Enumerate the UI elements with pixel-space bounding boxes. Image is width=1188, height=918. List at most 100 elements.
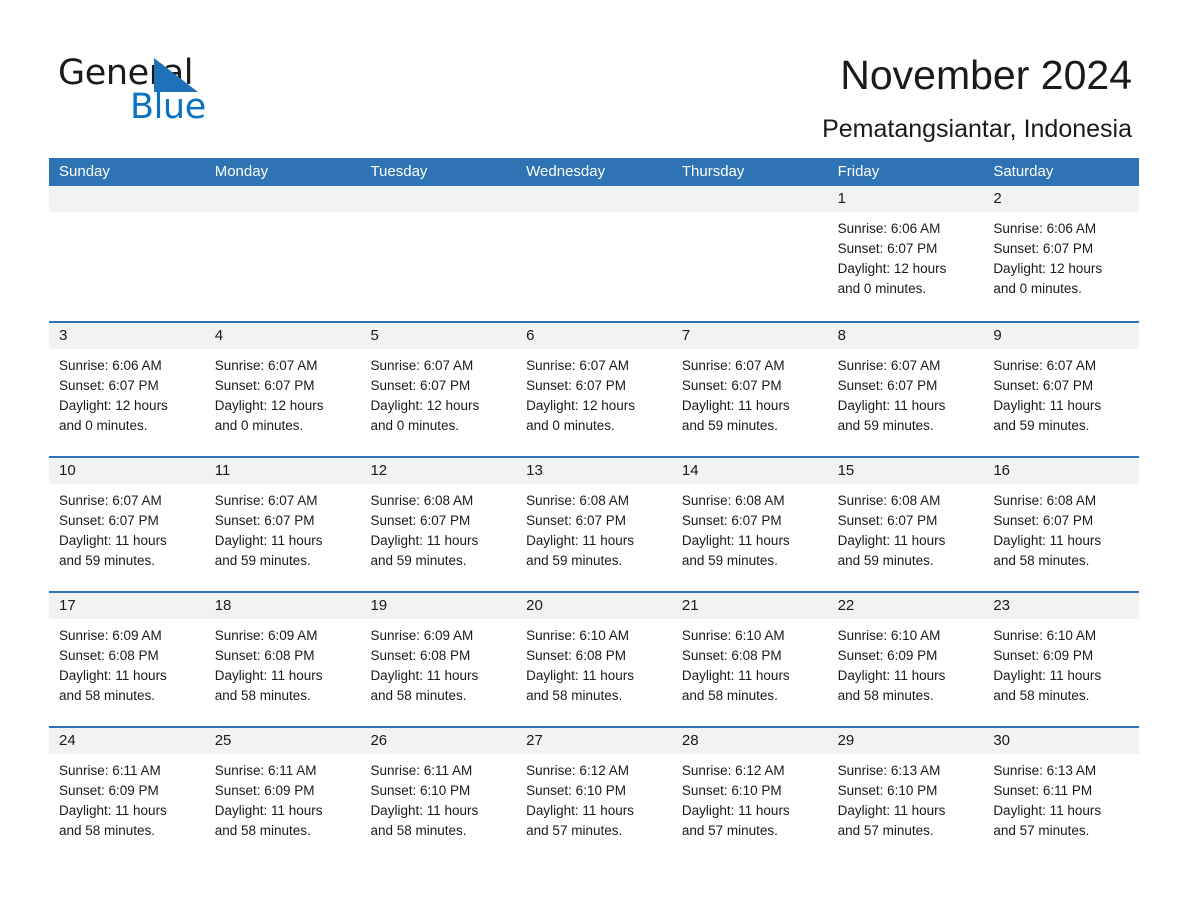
day-cell-16[interactable]: 16 Sunrise: 6:08 AM Sunset: 6:07 PM Dayl… bbox=[983, 458, 1140, 591]
sunrise-text: Sunrise: 6:10 AM bbox=[993, 628, 1097, 643]
sunset-text: Sunset: 6:08 PM bbox=[214, 648, 315, 663]
day-cell-3[interactable]: 3 Sunrise: 6:06 AM Sunset: 6:07 PM Dayli… bbox=[49, 323, 205, 456]
day-cell-11[interactable]: 11 Sunrise: 6:07 AM Sunset: 6:07 PM Dayl… bbox=[204, 458, 361, 591]
day-cell-empty bbox=[671, 186, 828, 321]
sunrise-text: Sunrise: 6:09 AM bbox=[214, 628, 318, 643]
day-number: 13 bbox=[516, 458, 672, 484]
day-number: 17 bbox=[49, 593, 205, 619]
daylight-text-line1: Daylight: 11 hours bbox=[837, 803, 946, 818]
sunrise-text: Sunrise: 6:06 AM bbox=[993, 221, 1097, 236]
day-details: Sunrise: 6:11 AM Sunset: 6:09 PM Dayligh… bbox=[205, 754, 361, 841]
day-cell-22[interactable]: 22 Sunrise: 6:10 AM Sunset: 6:09 PM Dayl… bbox=[827, 593, 984, 726]
day-cell-12[interactable]: 12 Sunrise: 6:08 AM Sunset: 6:07 PM Dayl… bbox=[360, 458, 517, 591]
day-details: Sunrise: 6:07 AM Sunset: 6:07 PM Dayligh… bbox=[205, 484, 361, 571]
sunrise-text: Sunrise: 6:13 AM bbox=[837, 763, 941, 778]
day-number: 16 bbox=[983, 458, 1140, 484]
daylight-text-line1: Daylight: 12 hours bbox=[214, 398, 324, 413]
day-details: Sunrise: 6:07 AM Sunset: 6:07 PM Dayligh… bbox=[49, 484, 205, 571]
day-cell-15[interactable]: 15 Sunrise: 6:08 AM Sunset: 6:07 PM Dayl… bbox=[827, 458, 984, 591]
sunrise-text: Sunrise: 6:09 AM bbox=[59, 628, 162, 643]
sunset-text: Sunset: 6:08 PM bbox=[681, 648, 782, 663]
day-cell-2[interactable]: 2 Sunrise: 6:06 AM Sunset: 6:07 PM Dayli… bbox=[983, 186, 1140, 321]
sunrise-text: Sunrise: 6:08 AM bbox=[837, 493, 941, 508]
day-cell-28[interactable]: 28 Sunrise: 6:12 AM Sunset: 6:10 PM Dayl… bbox=[671, 728, 828, 861]
day-number: 26 bbox=[360, 728, 517, 754]
daylight-text-line1: Daylight: 11 hours bbox=[526, 533, 634, 548]
day-cell-19[interactable]: 19 Sunrise: 6:09 AM Sunset: 6:08 PM Dayl… bbox=[360, 593, 517, 726]
day-number bbox=[671, 186, 828, 212]
sunrise-text: Sunrise: 6:06 AM bbox=[59, 358, 162, 373]
day-cell-21[interactable]: 21 Sunrise: 6:10 AM Sunset: 6:08 PM Dayl… bbox=[671, 593, 828, 726]
sunrise-text: Sunrise: 6:08 AM bbox=[526, 493, 629, 508]
day-details: Sunrise: 6:09 AM Sunset: 6:08 PM Dayligh… bbox=[49, 619, 205, 706]
daylight-text-line2: and 58 minutes. bbox=[370, 688, 467, 703]
day-details: Sunrise: 6:09 AM Sunset: 6:08 PM Dayligh… bbox=[360, 619, 516, 706]
sunset-text: Sunset: 6:07 PM bbox=[59, 378, 159, 393]
daylight-text-line2: and 58 minutes. bbox=[370, 823, 467, 838]
day-number: 15 bbox=[827, 458, 984, 484]
daylight-text-line2: and 58 minutes. bbox=[59, 823, 156, 838]
sunrise-text: Sunrise: 6:07 AM bbox=[681, 358, 785, 373]
sunrise-text: Sunrise: 6:08 AM bbox=[370, 493, 474, 508]
day-number: 30 bbox=[983, 728, 1140, 754]
day-number: 22 bbox=[827, 593, 984, 619]
daylight-text-line1: Daylight: 11 hours bbox=[837, 668, 946, 683]
sunset-text: Sunset: 6:07 PM bbox=[214, 378, 315, 393]
daylight-text-line2: and 0 minutes. bbox=[837, 281, 927, 296]
day-number: 8 bbox=[827, 323, 984, 349]
sunset-text: Sunset: 6:07 PM bbox=[370, 378, 471, 393]
sunrise-text: Sunrise: 6:11 AM bbox=[370, 763, 473, 778]
day-cell-6[interactable]: 6 Sunrise: 6:07 AM Sunset: 6:07 PM Dayli… bbox=[516, 323, 672, 456]
day-details: Sunrise: 6:07 AM Sunset: 6:07 PM Dayligh… bbox=[672, 349, 828, 436]
generalblue-logo[interactable]: General Blue bbox=[58, 52, 318, 132]
daylight-text-line1: Daylight: 11 hours bbox=[214, 533, 323, 548]
day-cell-9[interactable]: 9 Sunrise: 6:07 AM Sunset: 6:07 PM Dayli… bbox=[983, 323, 1140, 456]
daylight-text-line2: and 57 minutes. bbox=[526, 823, 623, 838]
day-cell-17[interactable]: 17 Sunrise: 6:09 AM Sunset: 6:08 PM Dayl… bbox=[49, 593, 205, 726]
day-cell-23[interactable]: 23 Sunrise: 6:10 AM Sunset: 6:09 PM Dayl… bbox=[983, 593, 1140, 726]
day-cell-13[interactable]: 13 Sunrise: 6:08 AM Sunset: 6:07 PM Dayl… bbox=[516, 458, 672, 591]
sunset-text: Sunset: 6:07 PM bbox=[993, 513, 1094, 528]
daylight-text-line2: and 57 minutes. bbox=[993, 823, 1090, 838]
sunrise-text: Sunrise: 6:07 AM bbox=[837, 358, 941, 373]
sunrise-text: Sunrise: 6:11 AM bbox=[59, 763, 161, 778]
day-cell-24[interactable]: 24 Sunrise: 6:11 AM Sunset: 6:09 PM Dayl… bbox=[49, 728, 205, 861]
sunrise-text: Sunrise: 6:13 AM bbox=[993, 763, 1097, 778]
day-cell-30[interactable]: 30 Sunrise: 6:13 AM Sunset: 6:11 PM Dayl… bbox=[983, 728, 1140, 861]
day-cell-1[interactable]: 1 Sunrise: 6:06 AM Sunset: 6:07 PM Dayli… bbox=[827, 186, 984, 321]
day-cell-5[interactable]: 5 Sunrise: 6:07 AM Sunset: 6:07 PM Dayli… bbox=[360, 323, 517, 456]
daylight-text-line2: and 58 minutes. bbox=[993, 553, 1090, 568]
day-cell-18[interactable]: 18 Sunrise: 6:09 AM Sunset: 6:08 PM Dayl… bbox=[204, 593, 361, 726]
day-cell-25[interactable]: 25 Sunrise: 6:11 AM Sunset: 6:09 PM Dayl… bbox=[204, 728, 361, 861]
sunset-text: Sunset: 6:10 PM bbox=[526, 783, 626, 798]
day-cell-20[interactable]: 20 Sunrise: 6:10 AM Sunset: 6:08 PM Dayl… bbox=[516, 593, 672, 726]
day-cell-4[interactable]: 4 Sunrise: 6:07 AM Sunset: 6:07 PM Dayli… bbox=[204, 323, 361, 456]
day-cell-7[interactable]: 7 Sunrise: 6:07 AM Sunset: 6:07 PM Dayli… bbox=[671, 323, 828, 456]
page-header: General Blue November 2024 Pematangsiant… bbox=[0, 0, 1188, 150]
day-cell-29[interactable]: 29 Sunrise: 6:13 AM Sunset: 6:10 PM Dayl… bbox=[827, 728, 984, 861]
day-cell-14[interactable]: 14 Sunrise: 6:08 AM Sunset: 6:07 PM Dayl… bbox=[671, 458, 828, 591]
sunset-text: Sunset: 6:07 PM bbox=[214, 513, 315, 528]
daylight-text-line2: and 59 minutes. bbox=[837, 553, 934, 568]
day-cell-empty bbox=[204, 186, 361, 321]
day-number bbox=[516, 186, 672, 212]
day-cell-27[interactable]: 27 Sunrise: 6:12 AM Sunset: 6:10 PM Dayl… bbox=[516, 728, 672, 861]
daylight-text-line1: Daylight: 12 hours bbox=[837, 261, 947, 276]
daylight-text-line1: Daylight: 12 hours bbox=[993, 261, 1103, 276]
daylight-text-line1: Daylight: 11 hours bbox=[681, 668, 790, 683]
day-details: Sunrise: 6:07 AM Sunset: 6:07 PM Dayligh… bbox=[516, 349, 672, 436]
daylight-text-line2: and 58 minutes. bbox=[214, 823, 311, 838]
day-number: 25 bbox=[204, 728, 361, 754]
daylight-text-line2: and 58 minutes. bbox=[526, 688, 623, 703]
day-number: 5 bbox=[360, 323, 517, 349]
day-number: 19 bbox=[360, 593, 517, 619]
sunset-text: Sunset: 6:07 PM bbox=[370, 513, 471, 528]
day-number: 24 bbox=[49, 728, 205, 754]
sunset-text: Sunset: 6:07 PM bbox=[526, 378, 626, 393]
calendar-page: General Blue November 2024 Pematangsiant… bbox=[0, 0, 1188, 918]
day-cell-10[interactable]: 10 Sunrise: 6:07 AM Sunset: 6:07 PM Dayl… bbox=[49, 458, 205, 591]
daylight-text-line2: and 58 minutes. bbox=[681, 688, 778, 703]
day-cell-26[interactable]: 26 Sunrise: 6:11 AM Sunset: 6:10 PM Dayl… bbox=[360, 728, 517, 861]
daylight-text-line1: Daylight: 11 hours bbox=[526, 668, 634, 683]
day-cell-8[interactable]: 8 Sunrise: 6:07 AM Sunset: 6:07 PM Dayli… bbox=[827, 323, 984, 456]
